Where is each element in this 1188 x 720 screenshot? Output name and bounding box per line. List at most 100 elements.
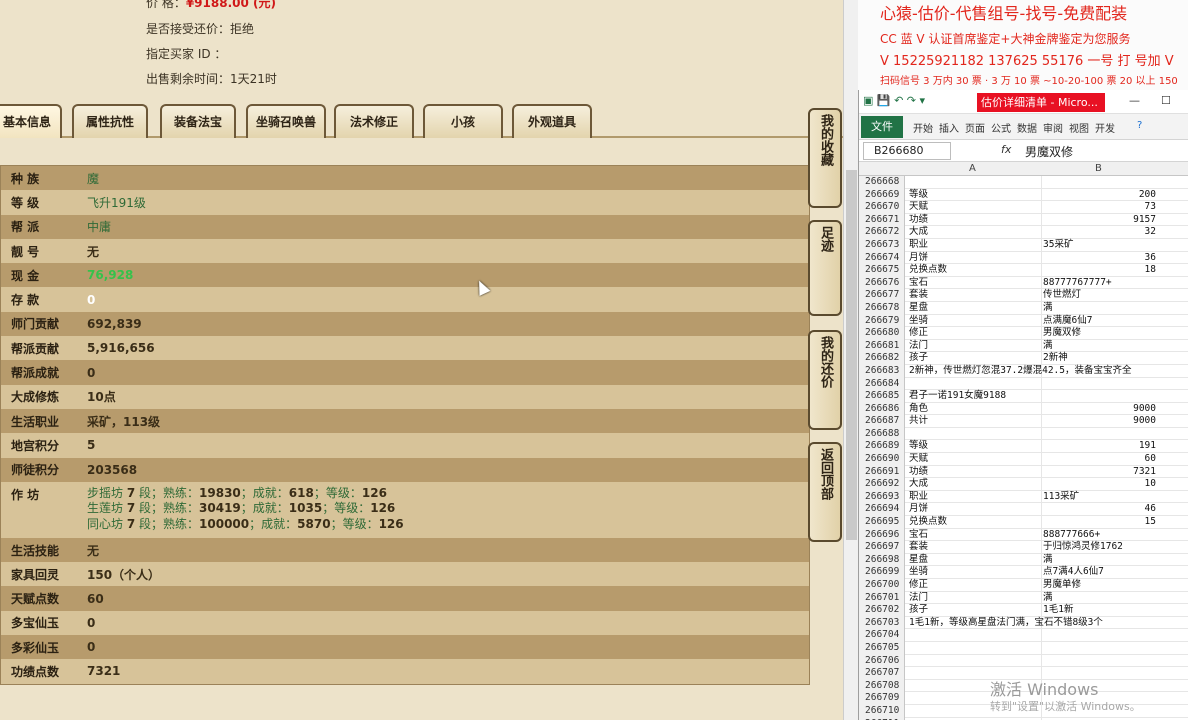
cell-b[interactable]: 9157 xyxy=(1133,214,1156,227)
sheet-row[interactable]: 266670 天赋 73 xyxy=(859,201,1188,214)
row-number[interactable]: 266689 xyxy=(859,440,905,454)
cell-a[interactable]: 君子一诺191女魔9188 xyxy=(909,390,1006,403)
row-number[interactable]: 266674 xyxy=(859,251,905,265)
row-number[interactable]: 266692 xyxy=(859,478,905,491)
sheet-row[interactable]: 266674 月饼 36 xyxy=(859,251,1188,265)
cell-a[interactable]: 法门 xyxy=(909,592,928,605)
row-number[interactable]: 266700 xyxy=(859,579,905,592)
sheet-row[interactable]: 266681 法门 满 xyxy=(859,339,1188,353)
sheet-row[interactable]: 266699 坐骑 点7满4人6仙7 xyxy=(859,566,1188,579)
sheet-row[interactable]: 266695 兑换点数 15 xyxy=(859,516,1188,529)
row-number[interactable]: 266688 xyxy=(859,427,905,441)
sheet-row[interactable]: 266688 xyxy=(859,427,1188,441)
row-number[interactable]: 266668 xyxy=(859,176,905,189)
row-number[interactable]: 266702 xyxy=(859,604,905,617)
cell-a[interactable]: 宝石 xyxy=(909,277,928,290)
cell-b[interactable]: 7321 xyxy=(1133,466,1156,479)
back-to-top-button[interactable]: 返回顶部 xyxy=(808,442,842,542)
cell-b[interactable]: 1毛1新 xyxy=(1043,604,1073,617)
tab-appearance[interactable]: 外观道具 xyxy=(512,104,592,138)
row-number[interactable]: 266698 xyxy=(859,553,905,567)
cell-b[interactable]: 200 xyxy=(1139,189,1156,202)
row-number[interactable]: 266683 xyxy=(859,364,905,378)
cell-b[interactable]: 15 xyxy=(1145,516,1156,529)
page-scrollbar[interactable] xyxy=(843,0,858,720)
cell-a[interactable]: 月饼 xyxy=(909,252,928,265)
name-box[interactable]: B266680 xyxy=(863,142,951,160)
sheet-row[interactable]: 266689 等级 191 xyxy=(859,440,1188,454)
row-number[interactable]: 266680 xyxy=(859,327,905,340)
row-number[interactable]: 266679 xyxy=(859,314,905,328)
sheet-row[interactable]: 266701 法门 满 xyxy=(859,591,1188,605)
fx-icon[interactable]: fx xyxy=(1001,143,1011,156)
cell-a[interactable]: 宝石 xyxy=(909,529,928,542)
row-number[interactable]: 266696 xyxy=(859,528,905,542)
row-number[interactable]: 266682 xyxy=(859,352,905,365)
tab-formulas[interactable]: 公式 xyxy=(991,120,1011,135)
cell-b[interactable]: 点7满4人6仙7 xyxy=(1043,566,1104,579)
cell-a[interactable]: 套装 xyxy=(909,289,928,302)
cell-b[interactable]: 2新神 xyxy=(1043,352,1068,365)
sheet-row[interactable]: 266675 兑换点数 18 xyxy=(859,264,1188,277)
row-number[interactable]: 266675 xyxy=(859,264,905,277)
sheet-row[interactable]: 266672 大成 32 xyxy=(859,226,1188,239)
maximize-icon[interactable]: ☐ xyxy=(1161,94,1171,107)
cell-a[interactable]: 大成 xyxy=(909,226,928,239)
row-number[interactable]: 266697 xyxy=(859,541,905,554)
cell-a[interactable]: 功绩 xyxy=(909,466,928,479)
tab-basic-info[interactable]: 基本信息 xyxy=(0,104,62,138)
cell-b[interactable]: 传世燃灯 xyxy=(1043,289,1081,302)
cell-a[interactable]: 法门 xyxy=(909,340,928,353)
cell-b[interactable]: 32 xyxy=(1145,226,1156,239)
sheet-row[interactable]: 266704 xyxy=(859,629,1188,642)
cell-a[interactable]: 修正 xyxy=(909,327,928,340)
cell-b[interactable]: 18 xyxy=(1145,264,1156,277)
sheet-row[interactable]: 266693 职业 113采矿 xyxy=(859,490,1188,504)
row-number[interactable]: 266709 xyxy=(859,692,905,705)
row-number[interactable]: 266701 xyxy=(859,591,905,605)
sheet-row[interactable]: 266705 xyxy=(859,641,1188,655)
tab-equipment[interactable]: 装备法宝 xyxy=(160,104,236,138)
sheet-row[interactable]: 266690 天赋 60 xyxy=(859,453,1188,466)
tab-developer[interactable]: 开发 xyxy=(1095,120,1115,135)
scrollbar-thumb[interactable] xyxy=(846,170,857,540)
sheet-row[interactable]: 266673 职业 35采矿 xyxy=(859,238,1188,252)
row-number[interactable]: 266706 xyxy=(859,654,905,668)
cell-b[interactable]: 满 xyxy=(1043,554,1053,567)
sheet-row[interactable]: 266692 大成 10 xyxy=(859,478,1188,491)
sheet-row[interactable]: 266678 星盘 满 xyxy=(859,301,1188,315)
row-number[interactable]: 266672 xyxy=(859,226,905,239)
sheet-row[interactable]: 266671 功绩 9157 xyxy=(859,213,1188,227)
row-number[interactable]: 266676 xyxy=(859,276,905,290)
cell-b[interactable]: 满 xyxy=(1043,592,1053,605)
cell-b[interactable]: 73 xyxy=(1145,201,1156,214)
tab-view[interactable]: 视图 xyxy=(1069,120,1089,135)
sheet-row[interactable]: 266669 等级 200 xyxy=(859,188,1188,202)
cell-b[interactable]: 9000 xyxy=(1133,415,1156,428)
row-number[interactable]: 266695 xyxy=(859,516,905,529)
cell-b[interactable]: 88777767777+ xyxy=(1043,277,1112,290)
cell-a[interactable]: 共计 xyxy=(909,415,928,428)
sheet-row[interactable]: 266677 套装 传世燃灯 xyxy=(859,289,1188,302)
cell-a[interactable]: 职业 xyxy=(909,239,928,252)
sheet-row[interactable]: 266687 共计 9000 xyxy=(859,415,1188,428)
row-number[interactable]: 266678 xyxy=(859,301,905,315)
cell-a[interactable]: 等级 xyxy=(909,189,928,202)
formula-input[interactable]: 男魔双修 xyxy=(1025,143,1073,160)
sheet-row[interactable]: 266694 月饼 46 xyxy=(859,503,1188,517)
cell-a[interactable]: 套装 xyxy=(909,541,928,554)
cell-a[interactable]: 月饼 xyxy=(909,503,928,516)
sheet-row[interactable]: 266703 1毛1新，等级高星盘法门满，宝石不错8级3个 xyxy=(859,616,1188,630)
cell-b[interactable]: 于归惊鸿灵修1762 xyxy=(1043,541,1123,554)
cell-a[interactable]: 坐骑 xyxy=(909,315,928,328)
tab-mounts[interactable]: 坐骑召唤兽 xyxy=(246,104,326,138)
file-tab[interactable]: 文件 xyxy=(861,116,903,138)
sheet-row[interactable]: 266698 星盘 满 xyxy=(859,553,1188,567)
tab-child[interactable]: 小孩 xyxy=(423,104,503,138)
column-a-header[interactable]: A xyxy=(969,163,976,174)
sheet-row[interactable]: 266697 套装 于归惊鸿灵修1762 xyxy=(859,541,1188,554)
row-number[interactable]: 266694 xyxy=(859,503,905,517)
row-number[interactable]: 266684 xyxy=(859,377,905,391)
footprint-button[interactable]: 足迹 xyxy=(808,220,842,316)
cell-b[interactable]: 满 xyxy=(1043,302,1053,315)
